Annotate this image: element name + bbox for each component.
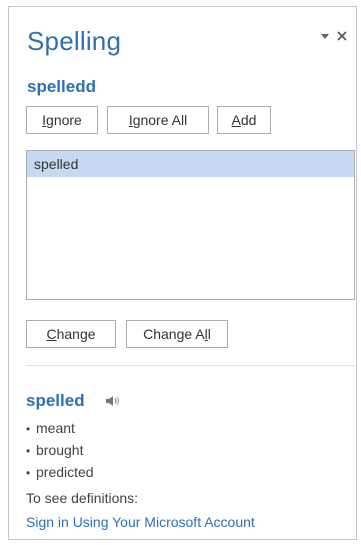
close-icon[interactable] xyxy=(335,29,349,43)
change-all-button[interactable]: Change All xyxy=(126,320,228,348)
misspelled-word: spelledd xyxy=(27,77,96,96)
section-divider xyxy=(26,365,355,366)
suggestions-list[interactable]: spelled xyxy=(26,150,355,300)
ignore-all-button[interactable]: Ignore All xyxy=(107,106,209,134)
speaker-icon[interactable] xyxy=(105,394,121,408)
synonym-item: • predicted xyxy=(26,464,94,480)
add-to-dictionary-button[interactable]: Add xyxy=(217,106,271,134)
definitions-note: To see definitions: xyxy=(26,490,139,506)
synonym-item: • brought xyxy=(26,442,84,458)
definition-word: spelled xyxy=(26,391,85,410)
sign-in-link[interactable]: Sign in Using Your Microsoft Account xyxy=(26,511,255,533)
pane-options-dropdown-icon[interactable] xyxy=(319,31,331,41)
pane-title: Spelling xyxy=(27,26,122,56)
synonym-list: • meant • brought • predicted xyxy=(26,417,94,483)
ignore-button[interactable]: Ignore xyxy=(26,106,98,134)
change-button[interactable]: Change xyxy=(26,320,116,348)
suggestion-item[interactable]: spelled xyxy=(27,151,354,177)
spelling-pane: Spelling spelledd Ignore Ignore All Add … xyxy=(8,6,357,540)
synonym-item: • meant xyxy=(26,420,75,436)
